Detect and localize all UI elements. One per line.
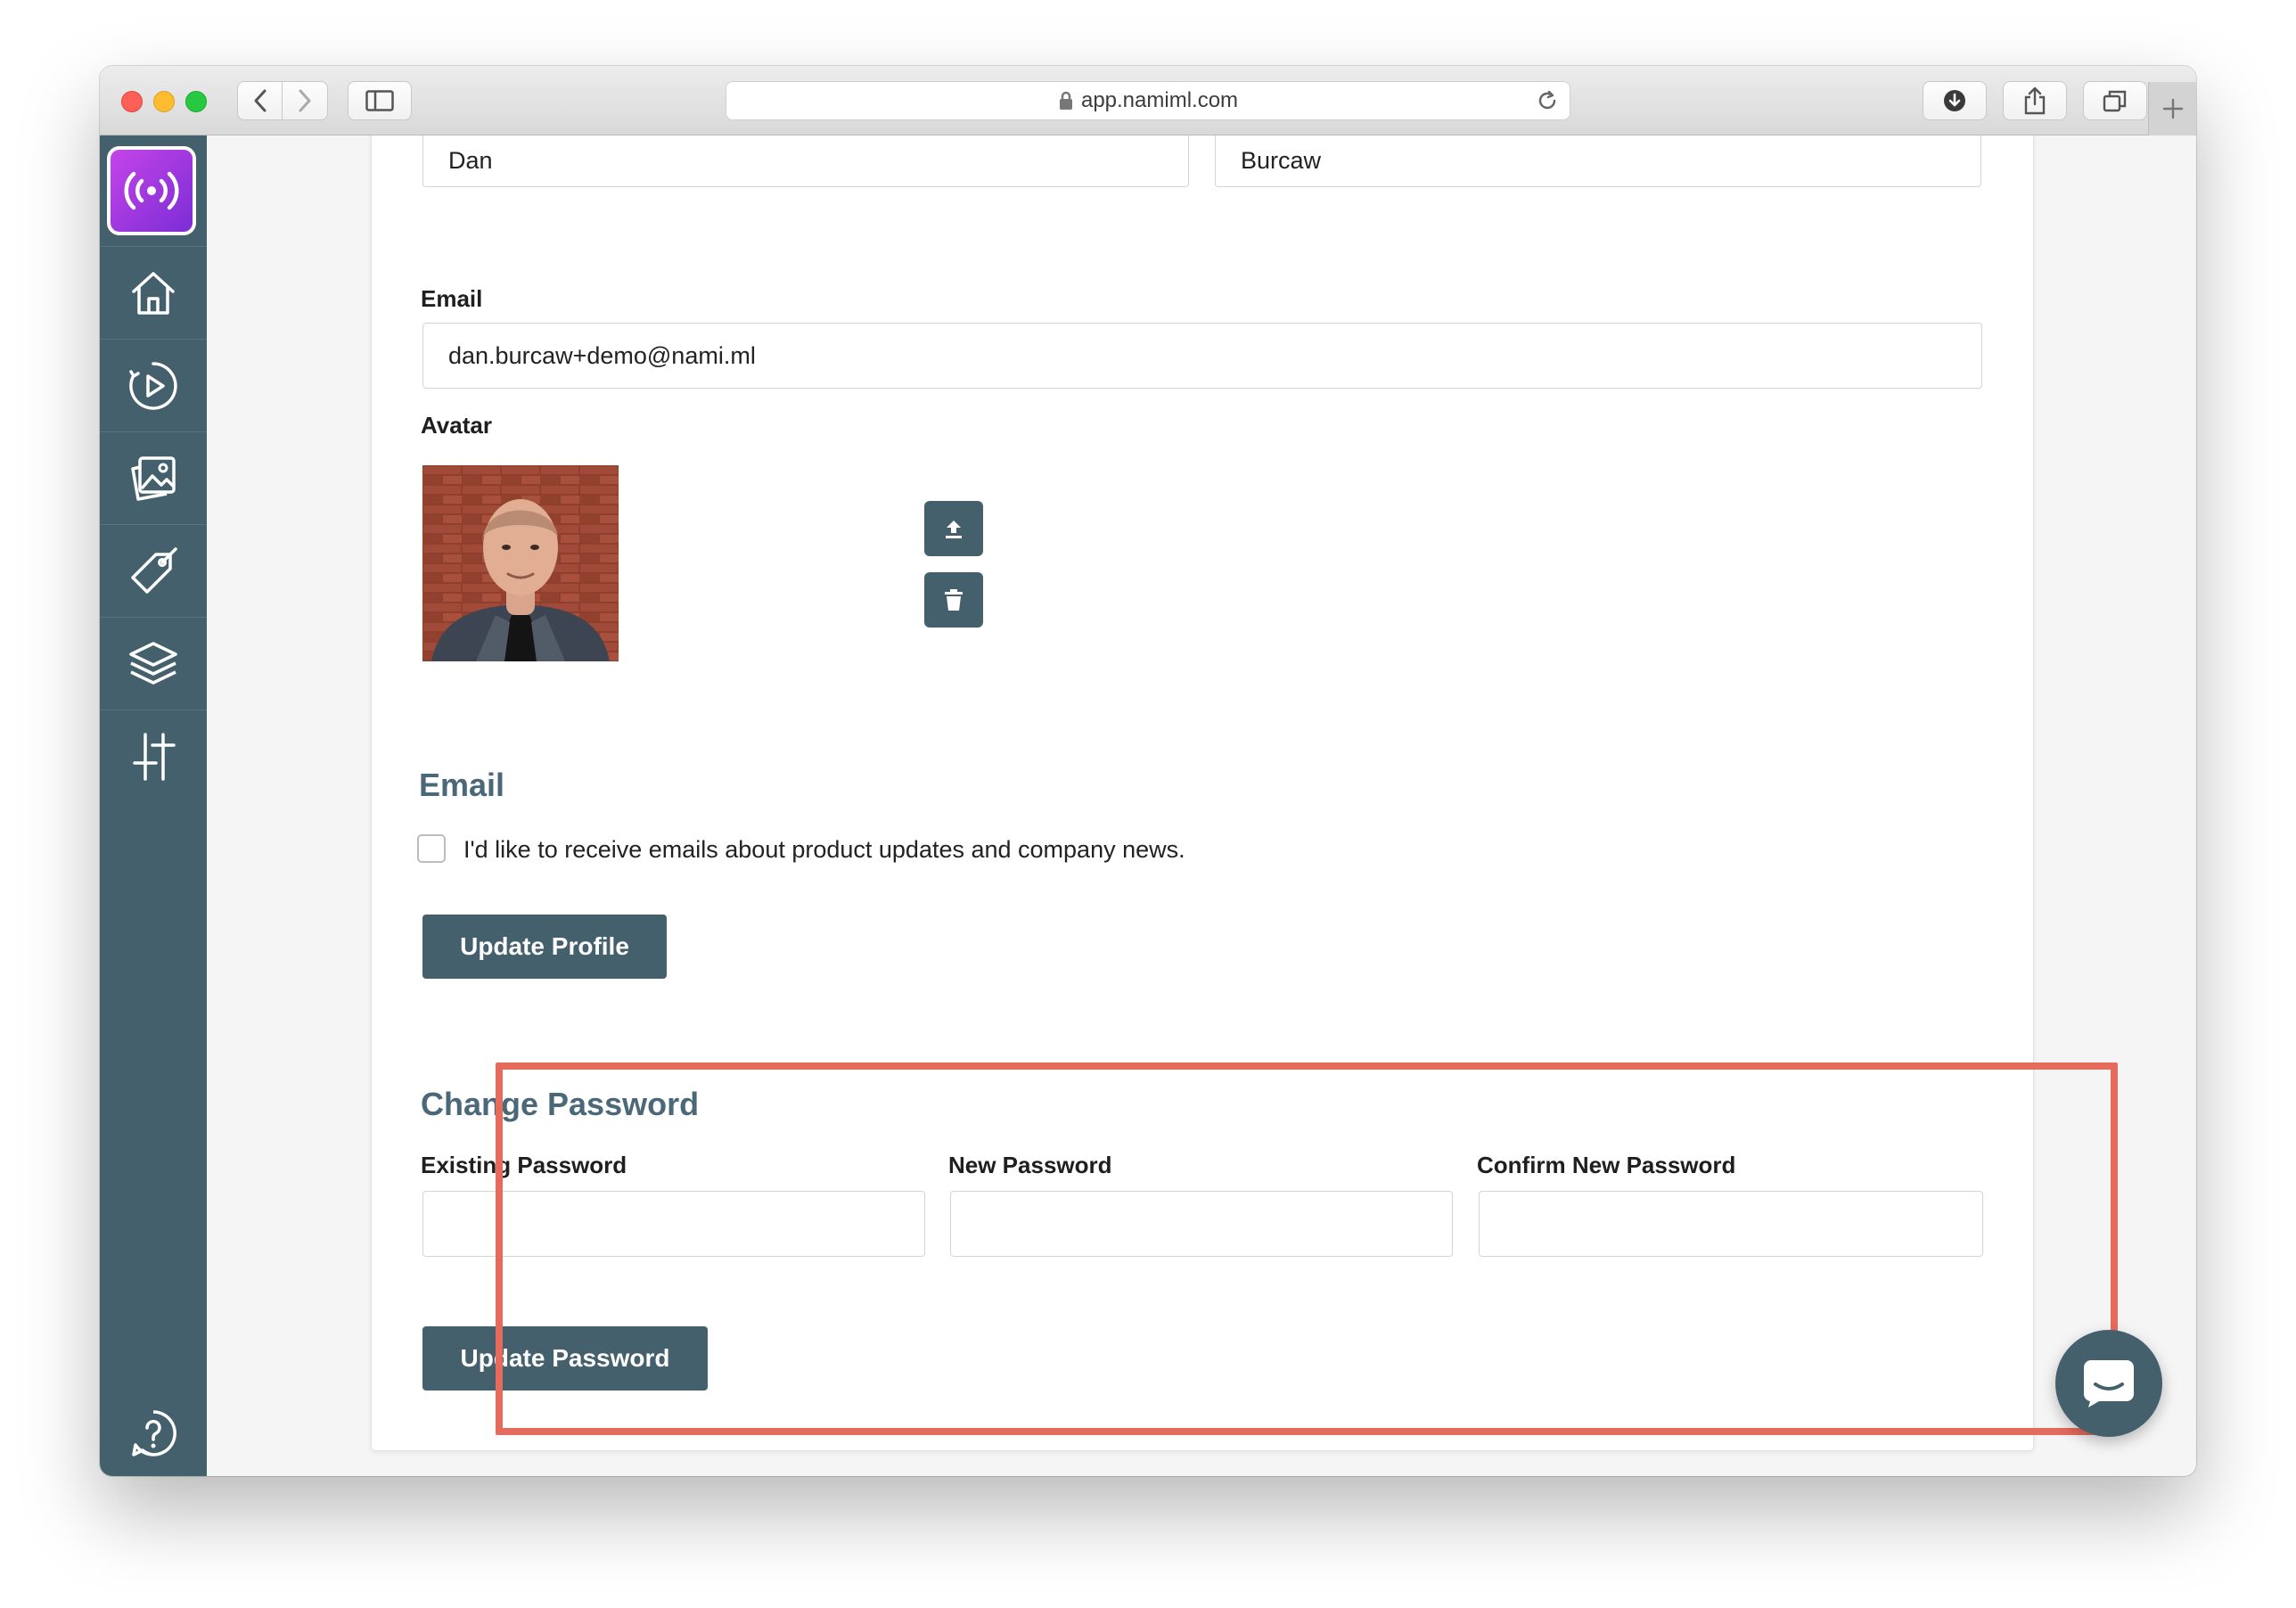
sidebar-item-play[interactable] <box>100 339 207 431</box>
newsletter-checkbox[interactable] <box>417 834 446 863</box>
sidebar-toggle-button[interactable] <box>348 81 412 120</box>
download-icon <box>1944 90 1965 111</box>
sidebar-item-tag[interactable] <box>100 524 207 617</box>
avatar-image <box>422 465 619 661</box>
email-section-title: Email <box>419 767 505 803</box>
update-password-button[interactable]: Update Password <box>422 1326 708 1391</box>
confirm-password-input[interactable] <box>1479 1191 1983 1257</box>
sidebar-item-help[interactable] <box>100 1398 207 1469</box>
tabs-icon <box>2103 90 2127 112</box>
newsletter-checkbox-label[interactable]: I'd like to receive emails about product… <box>463 836 1185 864</box>
sidebar-item-layers[interactable] <box>100 617 207 710</box>
sidebar-item-home[interactable] <box>100 246 207 339</box>
chat-widget-button[interactable] <box>2055 1330 2162 1437</box>
upload-icon <box>946 521 962 538</box>
change-password-title: Change Password <box>421 1086 700 1122</box>
reload-icon[interactable] <box>1536 89 1559 112</box>
sidebar-item-gallery[interactable] <box>100 431 207 524</box>
address-bar[interactable]: app.namiml.com <box>726 81 1570 120</box>
help-icon <box>132 1410 176 1456</box>
new-password-input[interactable] <box>950 1191 1453 1257</box>
new-password-label: New Password <box>948 1152 1112 1178</box>
forward-button[interactable] <box>283 81 328 120</box>
chevron-left-icon <box>254 89 266 112</box>
minimize-window-button[interactable] <box>153 91 175 112</box>
url-text: app.namiml.com <box>1080 88 1239 112</box>
app-sidebar <box>100 135 207 1476</box>
downloads-button[interactable] <box>1923 81 1987 120</box>
browser-window: app.namiml.com Dan Burcaw Email dan.burc… <box>100 66 2196 1476</box>
last-name-input[interactable] <box>1215 135 1981 187</box>
share-icon <box>2024 86 2046 115</box>
upload-avatar-button[interactable] <box>924 501 983 556</box>
home-icon <box>132 271 175 315</box>
avatar-photo <box>422 465 619 661</box>
sidebar-item-settings[interactable] <box>100 710 207 802</box>
existing-password-input[interactable] <box>422 1191 925 1257</box>
confirm-password-label: Confirm New Password <box>1477 1152 1736 1178</box>
tag-icon <box>131 546 177 594</box>
email-field-label: Email <box>421 285 483 312</box>
existing-password-label: Existing Password <box>421 1152 627 1178</box>
layers-icon <box>129 641 177 685</box>
gallery-icon <box>131 455 176 501</box>
back-button[interactable] <box>237 81 283 120</box>
first-name-input[interactable] <box>422 135 1189 187</box>
history-nav <box>237 81 328 120</box>
lock-icon <box>1059 91 1072 110</box>
main-content: Email Avatar <box>207 135 2196 1476</box>
play-icon <box>129 361 177 410</box>
browser-toolbar: app.namiml.com <box>100 66 2196 135</box>
delete-avatar-button[interactable] <box>924 572 983 628</box>
zoom-window-button[interactable] <box>185 91 207 112</box>
share-button[interactable] <box>2003 81 2067 120</box>
chat-icon <box>2084 1360 2134 1407</box>
broadcast-icon <box>124 171 179 210</box>
close-window-button[interactable] <box>121 91 143 112</box>
chevron-right-icon <box>299 89 311 112</box>
update-profile-button[interactable]: Update Profile <box>422 915 667 979</box>
avatar-label: Avatar <box>421 412 492 439</box>
new-tab-button[interactable] <box>2148 82 2196 135</box>
trash-icon <box>945 589 963 611</box>
sidebar-icon <box>365 90 394 111</box>
tab-overview-button[interactable] <box>2083 81 2147 120</box>
sliders-icon <box>133 732 176 781</box>
plus-icon <box>2162 98 2183 119</box>
app-logo[interactable] <box>107 146 196 235</box>
email-field[interactable] <box>422 323 1982 389</box>
